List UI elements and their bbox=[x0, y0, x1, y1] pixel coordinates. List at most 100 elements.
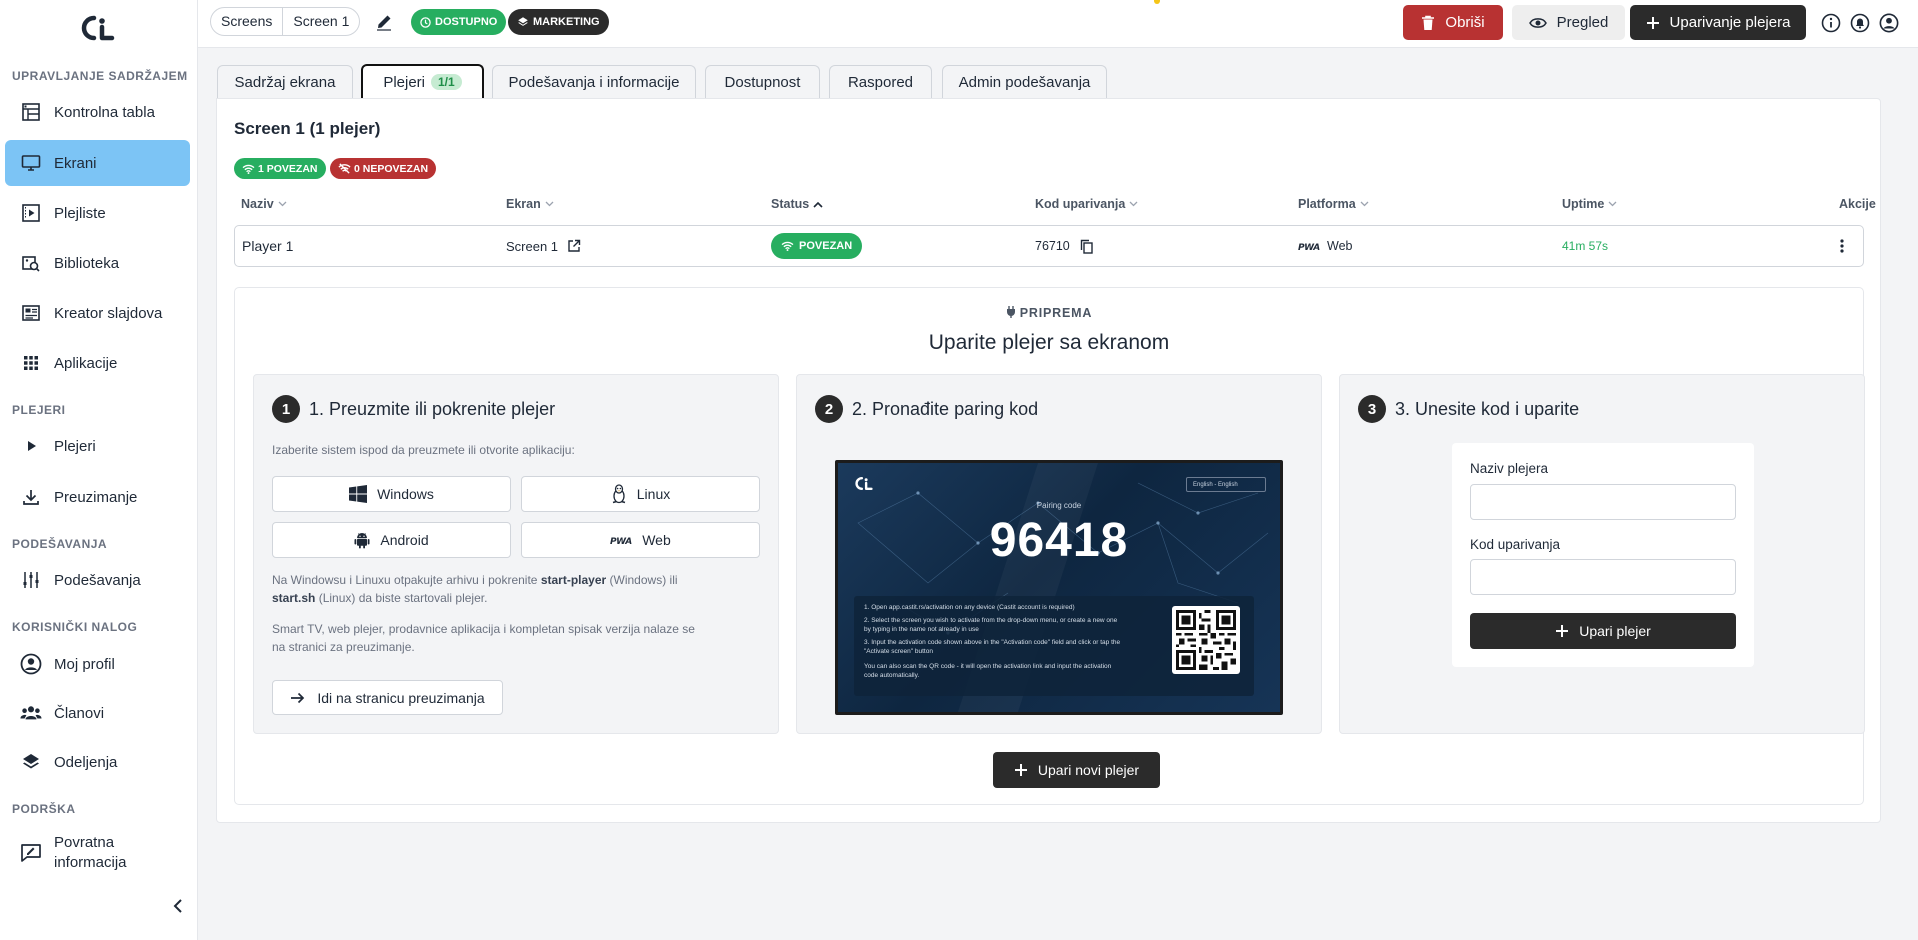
sidebar-item-apps[interactable]: Aplikacije bbox=[5, 340, 190, 386]
tv-language-select: English - English bbox=[1186, 477, 1266, 492]
web-button[interactable]: PWA Web bbox=[521, 522, 760, 558]
chevron-left-icon bbox=[172, 898, 184, 914]
tab-admin-settings[interactable]: Admin podešavanja bbox=[942, 65, 1107, 98]
edit-name-button[interactable] bbox=[374, 12, 394, 32]
sidebar-item-label: Članovi bbox=[54, 704, 105, 722]
tv-step-3: 3. Input the activation code shown above… bbox=[864, 639, 1121, 655]
column-header-pairing-code[interactable]: Kod uparivanja bbox=[1035, 197, 1138, 211]
user-circle-icon bbox=[20, 653, 42, 675]
notifications-button[interactable] bbox=[1849, 12, 1871, 34]
sidebar-item-profile[interactable]: Moj profil bbox=[5, 641, 190, 687]
feedback-label-line2: informacija bbox=[54, 854, 127, 871]
sidebar-item-label: Odeljenja bbox=[54, 753, 118, 771]
sidebar-item-dashboard[interactable]: Kontrolna tabla bbox=[5, 89, 190, 135]
status-badge: DOSTUPNO bbox=[411, 9, 507, 35]
tab-label: Podešavanja i informacije bbox=[508, 73, 680, 91]
pairing-section: PRIPREMA Uparite plejer sa ekranom 1 1. … bbox=[234, 287, 1865, 805]
pairing-code-screen-preview: English - English Pairing code 96418 1. … bbox=[835, 460, 1283, 715]
sidebar-item-label: Moj profil bbox=[54, 655, 115, 673]
sidebar-item-screens[interactable]: Ekrani bbox=[5, 140, 190, 186]
copy-icon[interactable] bbox=[1080, 239, 1093, 254]
sidebar-item-library[interactable]: Biblioteka bbox=[5, 240, 190, 286]
external-link-icon[interactable] bbox=[567, 239, 581, 253]
players-panel: Screen 1 (1 plejer) 1 POVEZAN 0 NEPOVEZA… bbox=[216, 98, 1881, 823]
tab-settings-info[interactable]: Podešavanja i informacije bbox=[492, 65, 696, 98]
step-1-card: 1 1. Preuzmite ili pokrenite plejer Izab… bbox=[253, 374, 779, 734]
svg-text:PWA: PWA bbox=[1298, 243, 1320, 251]
sidebar-item-downloads[interactable]: Preuzimanje bbox=[5, 474, 190, 520]
clock-icon bbox=[420, 16, 431, 28]
step-number: 2 bbox=[815, 395, 843, 423]
pairing-code-input[interactable] bbox=[1470, 559, 1736, 595]
feedback-label-line1: Povratna bbox=[54, 834, 115, 851]
tv-step-4: You can also scan the QR code - it will … bbox=[864, 663, 1112, 679]
column-header-name[interactable]: Naziv bbox=[241, 197, 287, 211]
sidebar-item-players[interactable]: Plejeri bbox=[5, 423, 190, 469]
column-header-platform[interactable]: Platforma bbox=[1298, 197, 1369, 211]
step-1-other-instructions: Smart TV, web plejer, prodavnice aplikac… bbox=[272, 620, 732, 656]
android-button[interactable]: Android bbox=[272, 522, 511, 558]
column-header-screen[interactable]: Ekran bbox=[506, 197, 554, 211]
table-row[interactable]: Player 1 Screen 1 POVEZAN 76710 PWA Web … bbox=[234, 225, 1864, 267]
sidebar-item-playlists[interactable]: Plejliste bbox=[5, 190, 190, 236]
delete-button[interactable]: Obriši bbox=[1403, 5, 1503, 40]
sidebar-item-slide-creator[interactable]: Kreator slajdova bbox=[5, 290, 190, 336]
pairing-overline-label: PRIPREMA bbox=[1019, 306, 1093, 320]
instr-text: Smart TV, web plejer, prodavnice aplikac… bbox=[272, 622, 695, 636]
sidebar-item-feedback[interactable]: Povratna informacija bbox=[5, 827, 190, 879]
player-name: Player 1 bbox=[242, 238, 294, 254]
section-settings: PODEŠAVANJA bbox=[12, 537, 108, 551]
group-badge: MARKETING bbox=[508, 9, 609, 35]
step-2-header: 2 2. Pronađite paring kod bbox=[815, 395, 1038, 423]
pair-player-label: Uparivanje plejera bbox=[1669, 14, 1791, 31]
collapse-sidebar-button[interactable] bbox=[168, 896, 188, 916]
linux-button[interactable]: Linux bbox=[521, 476, 760, 512]
player-name-label: Naziv plejera bbox=[1470, 461, 1549, 476]
arrow-right-icon bbox=[290, 692, 305, 704]
tab-screen-content[interactable]: Sadržaj ekrana bbox=[217, 65, 353, 98]
tab-players[interactable]: Plejeri 1/1 bbox=[361, 64, 484, 98]
tab-availability[interactable]: Dostupnost bbox=[705, 65, 820, 98]
preview-button[interactable]: Pregled bbox=[1512, 5, 1625, 40]
castit-logo[interactable] bbox=[72, 12, 124, 44]
layers-icon bbox=[517, 16, 529, 28]
step-3-header: 3 3. Unesite kod i uparite bbox=[1358, 395, 1579, 423]
tv-instructions-box: 1. Open app.castit.rs/activation on any … bbox=[854, 596, 1254, 696]
account-button[interactable] bbox=[1878, 12, 1900, 34]
eye-icon bbox=[1528, 17, 1547, 29]
column-header-uptime[interactable]: Uptime bbox=[1562, 197, 1617, 211]
wifi-icon bbox=[781, 241, 794, 251]
connected-count-badge: 1 POVEZAN bbox=[234, 158, 326, 179]
pair-player-button[interactable]: Uparivanje plejera bbox=[1630, 5, 1806, 40]
chevron-down-icon bbox=[278, 201, 287, 207]
play-icon bbox=[20, 435, 42, 457]
player-name-input[interactable] bbox=[1470, 484, 1736, 520]
android-icon bbox=[354, 531, 370, 549]
player-screen[interactable]: Screen 1 bbox=[506, 226, 581, 266]
tab-schedule[interactable]: Raspored bbox=[829, 65, 932, 98]
column-header-status[interactable]: Status bbox=[771, 197, 823, 211]
sidebar-item-departments[interactable]: Odeljenja bbox=[5, 739, 190, 785]
sidebar-item-members[interactable]: Članovi bbox=[5, 690, 190, 736]
sidebar-item-settings[interactable]: Podešavanja bbox=[5, 557, 190, 603]
delete-label: Obriši bbox=[1445, 14, 1485, 31]
pairing-title: Uparite plejer sa ekranom bbox=[928, 331, 1170, 354]
slide-creator-icon bbox=[20, 302, 42, 324]
sidebar-item-label: Povratna informacija bbox=[54, 833, 127, 873]
sidebar-item-label: Biblioteka bbox=[54, 254, 120, 272]
row-actions-button[interactable] bbox=[1833, 236, 1851, 256]
windows-button[interactable]: Windows bbox=[272, 476, 511, 512]
tab-label: Admin podešavanja bbox=[958, 73, 1091, 91]
pair-new-player-button[interactable]: Upari novi plejer bbox=[993, 752, 1160, 788]
breadcrumb-screens[interactable]: Screens bbox=[211, 8, 284, 35]
plug-icon bbox=[1006, 306, 1016, 318]
step-1-subtitle: Izaberite sistem ispod da preuzmete ili … bbox=[272, 443, 575, 457]
sidebar-item-label: Preuzimanje bbox=[54, 488, 138, 506]
sidebar-item-label: Podešavanja bbox=[54, 571, 141, 589]
instr-text: (Linux) da biste startovali plejer. bbox=[315, 591, 488, 605]
pair-player-submit-button[interactable]: Upari plejer bbox=[1470, 613, 1736, 649]
go-to-downloads-label: Idi na stranicu preuzimanja bbox=[317, 689, 485, 706]
column-label: Platforma bbox=[1298, 197, 1356, 211]
go-to-downloads-button[interactable]: Idi na stranicu preuzimanja bbox=[272, 680, 503, 715]
info-button[interactable] bbox=[1820, 12, 1842, 34]
